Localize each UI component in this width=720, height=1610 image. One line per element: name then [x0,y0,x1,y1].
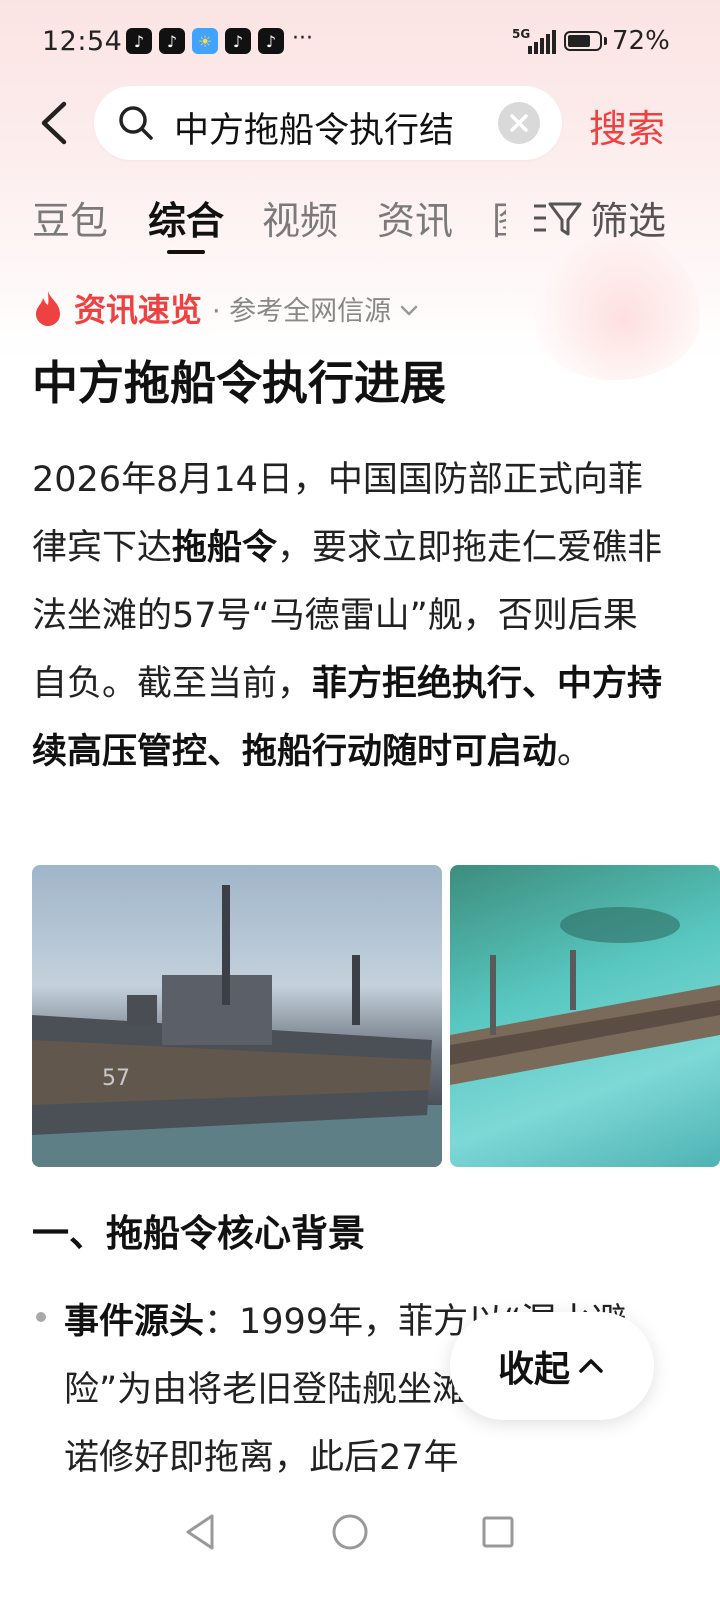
ship-photo-2[interactable] [450,865,720,1167]
clear-search-icon[interactable] [498,102,540,144]
tab-doubao[interactable]: 豆包 [32,190,108,245]
svg-text:57: 57 [102,1066,130,1091]
ship-photo-1[interactable]: 57 [32,865,442,1167]
ship-illustration: 57 [32,885,442,1167]
tiktok-icon: ♪ [126,28,152,54]
filter-icon [534,202,582,235]
nav-recents-icon[interactable] [476,1510,520,1554]
news-summary-header[interactable]: 资讯速览 · 参考全网信源 [32,286,421,330]
bullet-dot [36,1312,46,1322]
search-input[interactable]: 中方拖船令执行结 [94,86,562,160]
category-tabs: 豆包 综合 视频 资讯 图 筛选 [0,188,720,258]
paragraph-bold-text: 拖船令 [172,528,278,568]
article-paragraph: 2026年8月14日，中国国防部正式向菲律宾下达拖船令，要求立即拖走仁爱礁非法坐… [32,446,672,786]
chevron-up-icon [579,1359,603,1373]
signal-icon [528,30,556,54]
tiktok-icon: ♪ [159,28,185,54]
news-summary-title: 资讯速览 [74,291,203,329]
filter-button[interactable]: 筛选 [530,190,666,245]
search-button[interactable]: 搜索 [589,98,665,153]
tab-comprehensive[interactable]: 综合 [148,190,224,245]
battery-fill [568,35,590,47]
tiktok-icon: ♪ [258,28,284,54]
ship-aerial-illustration [450,907,720,1085]
image-carousel[interactable]: 57 [32,865,720,1167]
active-tab-indicator [167,250,205,254]
status-bar: 12:54 ♪ ♪ ☀ ♪ ♪ ··· 5G 72% [0,0,720,84]
tiktok-icon: ♪ [225,28,251,54]
fire-icon [36,291,60,326]
collapse-label: 收起 [497,1349,570,1390]
section-heading: 一、拖船令核心背景 [32,1212,365,1255]
battery-cap [604,37,607,45]
battery-percentage: 72% [612,26,670,56]
tab-clipped[interactable]: 图 [492,190,506,245]
tab-video[interactable]: 视频 [262,190,338,245]
system-navigation-bar [0,1490,720,1610]
search-icon [119,106,153,140]
bullet-label: 事件源头 [64,1302,205,1342]
back-arrow-icon[interactable] [32,98,82,148]
nav-home-icon[interactable] [328,1510,372,1554]
tab-news[interactable]: 资讯 [377,190,453,245]
collapse-button[interactable]: 收起 [450,1312,654,1420]
notification-icons: ♪ ♪ ☀ ♪ ♪ [126,28,284,54]
chevron-down-icon [400,305,418,316]
paragraph-text: 。 [557,732,593,772]
weather-icon: ☀ [192,28,218,54]
nav-back-icon[interactable] [180,1510,224,1554]
battery-icon [564,31,602,51]
status-time: 12:54 [42,26,123,57]
source-reference-label: · 参考全网信源 [212,295,392,327]
article-headline: 中方拖船令执行进展 [32,356,446,410]
more-notifications-icon: ··· [292,26,313,51]
search-query-text[interactable]: 中方拖船令执行结 [174,102,480,153]
filter-label: 筛选 [590,199,667,243]
